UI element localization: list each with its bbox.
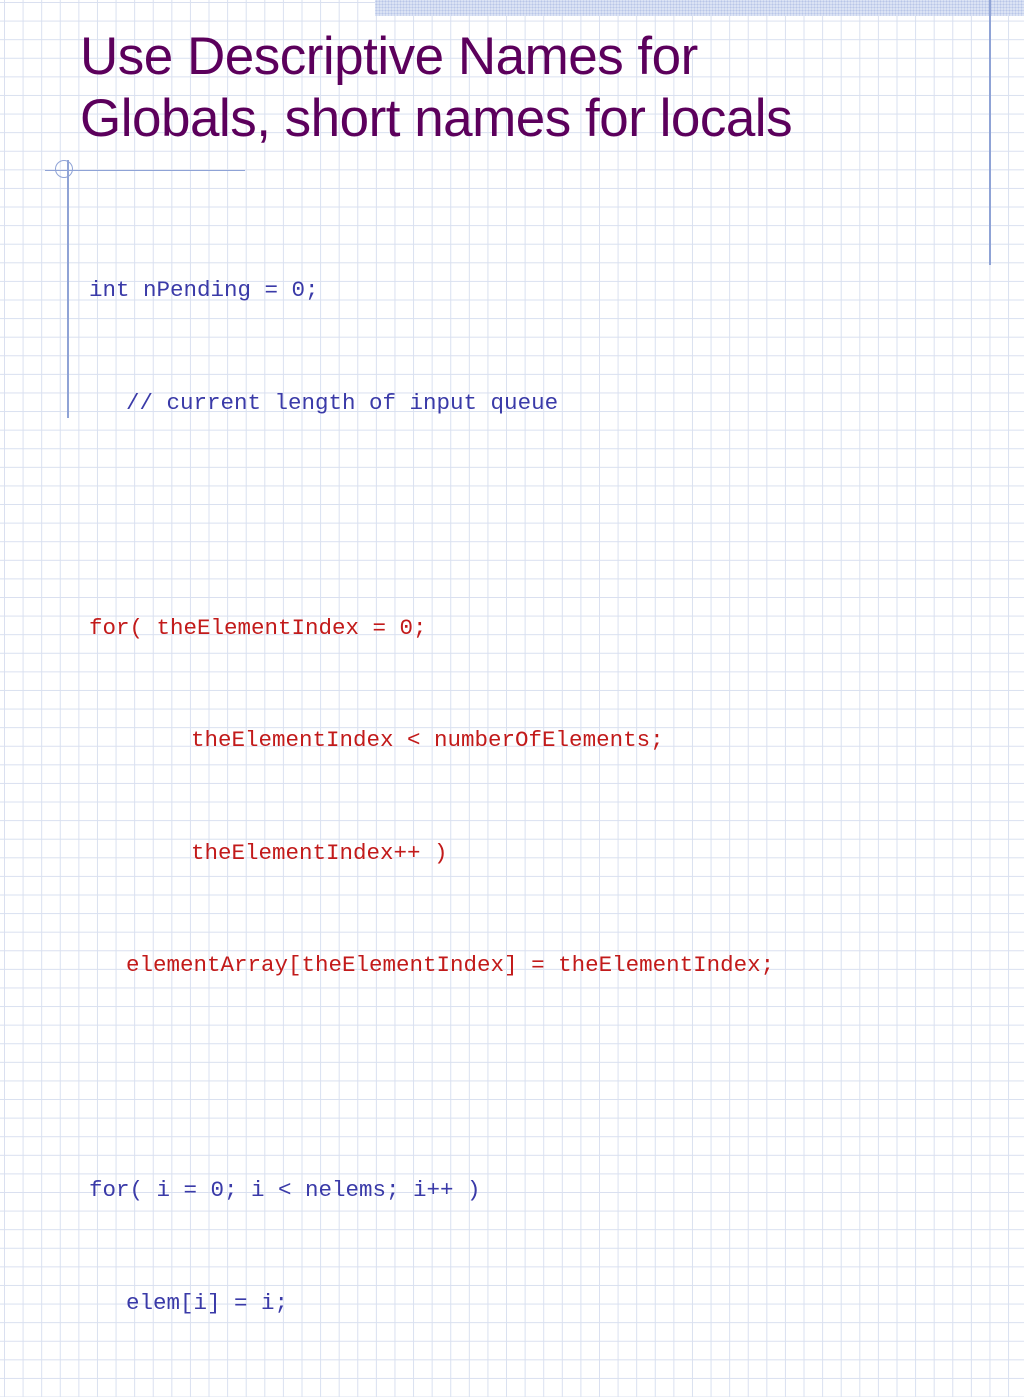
decorative-vertical-rule-left [67, 160, 69, 418]
code-line-short-for-header: for( i = 0; i < nelems; i++ ) [89, 1177, 481, 1203]
code-line-global-comment: // current length of input queue [126, 389, 559, 416]
code-line-long-for-body: elementArray[theElementIndex] = theEleme… [126, 952, 775, 978]
code-line-long-for-header: for( theElementIndex = 0; [89, 614, 427, 641]
slide-title-line-2: Globals, short names for locals [80, 89, 793, 148]
slide: Use Descriptive Names for Globals, short… [0, 0, 1024, 1316]
code-line-long-for-condition: theElementIndex < numberOfElements; [191, 727, 664, 753]
decorative-vertical-rule-right [989, 0, 991, 265]
code-block: int nPending = 0; // current length of i… [89, 197, 774, 1397]
decorative-circle-icon [55, 160, 73, 178]
slide-title: Use Descriptive Names for Globals, short… [80, 26, 980, 150]
code-line-global-decl: int nPending = 0; [89, 277, 319, 303]
decorative-horizontal-rule [45, 170, 245, 171]
decorative-top-bar [375, 0, 1024, 16]
code-line-short-for-body: elem[i] = i; [126, 1289, 289, 1316]
slide-title-line-1: Use Descriptive Names for [80, 27, 698, 86]
code-line-long-for-increment: theElementIndex++ ) [191, 839, 448, 866]
